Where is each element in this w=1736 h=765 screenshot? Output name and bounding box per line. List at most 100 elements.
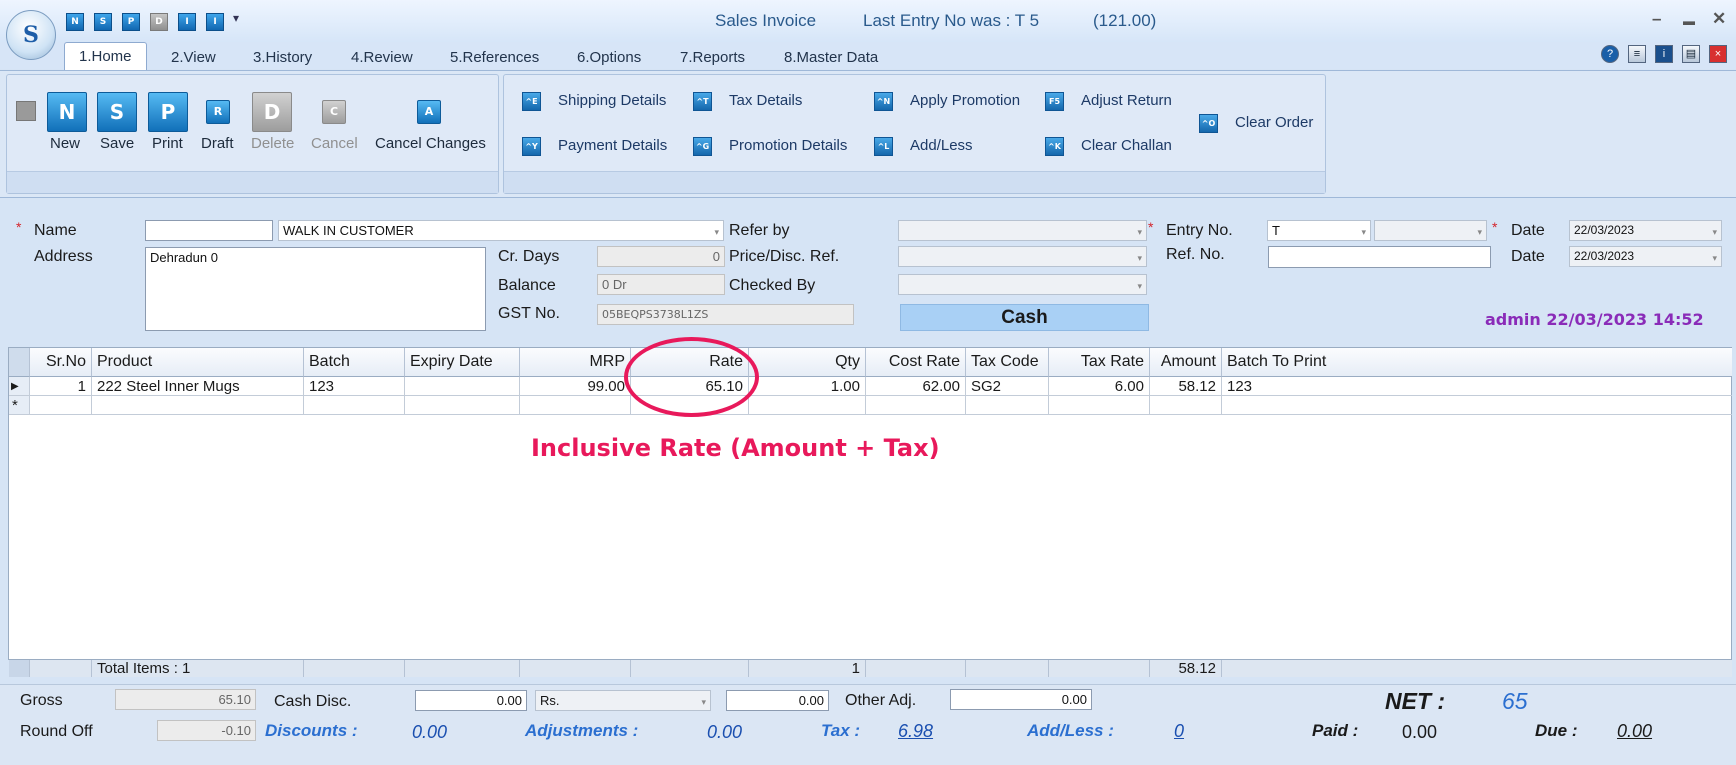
cell-sr-no[interactable]: 1 (30, 377, 92, 396)
cell-expiry[interactable] (405, 377, 520, 396)
restore-button[interactable]: ▬ (1683, 14, 1695, 28)
apply-promotion-button[interactable]: Apply Promotion (910, 92, 1020, 109)
shipping-details-button[interactable]: Shipping Details (558, 92, 666, 109)
price-disc-ref-select[interactable]: ▾ (898, 246, 1147, 267)
new-row-cell[interactable] (1222, 396, 1732, 415)
new-icon[interactable]: N (47, 92, 87, 132)
customize-quick-access-icon[interactable]: ▾ (233, 11, 239, 25)
new-row-cell[interactable] (405, 396, 520, 415)
col-mrp[interactable]: MRP (520, 348, 631, 377)
cash-disc-input[interactable]: 0.00 (415, 690, 527, 711)
cancel-button[interactable]: Cancel (311, 135, 358, 152)
cell-batch-to-print[interactable]: 123 (1222, 377, 1732, 396)
col-batch-to-print[interactable]: Batch To Print (1222, 348, 1732, 377)
customer-select[interactable]: WALK IN CUSTOMER ▾ (278, 220, 724, 241)
promotion-details-button[interactable]: Promotion Details (729, 137, 847, 154)
print-button[interactable]: Print (152, 135, 183, 152)
refer-by-select[interactable]: ▾ (898, 220, 1147, 241)
new-row-cell[interactable] (92, 396, 304, 415)
cash-disc-amount-input[interactable]: 0.00 (726, 690, 829, 711)
cell-mrp[interactable]: 99.00 (520, 377, 631, 396)
new-row-cell[interactable] (1049, 396, 1150, 415)
draft-icon[interactable]: R (206, 100, 230, 124)
clear-order-icon[interactable]: ^O (1199, 114, 1218, 133)
add-less-icon[interactable]: ^L (874, 137, 893, 156)
add-less-value-link[interactable]: 0 (1174, 721, 1184, 742)
shipping-details-icon[interactable]: ^E (522, 92, 541, 111)
quick-print-icon[interactable]: P (122, 13, 140, 31)
entry-series-select[interactable]: T ▾ (1267, 220, 1371, 241)
add-less-button[interactable]: Add/Less (910, 137, 973, 154)
tab-home[interactable]: 1.Home (64, 42, 147, 70)
invoice-items-grid[interactable]: Sr.No Product Batch Expiry Date MRP Rate… (8, 347, 1732, 677)
new-row-cell[interactable] (1150, 396, 1222, 415)
col-expiry-date[interactable]: Expiry Date (405, 348, 520, 377)
print-icon[interactable]: P (148, 92, 188, 132)
cell-tax-code[interactable]: SG2 (966, 377, 1049, 396)
cell-tax-rate[interactable]: 6.00 (1049, 377, 1150, 396)
date-picker[interactable]: 22/03/2023 ▾ (1569, 220, 1722, 241)
tab-review[interactable]: 4.Review (351, 46, 413, 69)
clear-challan-icon[interactable]: ^K (1045, 137, 1064, 156)
help-icon[interactable]: ? (1601, 45, 1619, 63)
new-row-cell[interactable] (520, 396, 631, 415)
tax-details-button[interactable]: Tax Details (729, 92, 802, 109)
col-tax-code[interactable]: Tax Code (966, 348, 1049, 377)
delete-button[interactable]: Delete (251, 135, 294, 152)
col-sr-no[interactable]: Sr.No (30, 348, 92, 377)
clear-challan-button[interactable]: Clear Challan (1081, 137, 1172, 154)
col-qty[interactable]: Qty (749, 348, 866, 377)
close-button[interactable]: ✕ (1712, 9, 1726, 29)
ref-no-input[interactable] (1268, 246, 1491, 268)
quick-info2-icon[interactable]: I (206, 13, 224, 31)
save-button[interactable]: Save (100, 135, 134, 152)
promotion-details-icon[interactable]: ^G (693, 137, 712, 156)
tax-details-icon[interactable]: ^T (693, 92, 712, 111)
col-amount[interactable]: Amount (1150, 348, 1222, 377)
delete-icon[interactable]: D (252, 92, 292, 132)
cell-cost-rate[interactable]: 62.00 (866, 377, 966, 396)
cell-batch[interactable]: 123 (304, 377, 405, 396)
quick-delete-icon[interactable]: D (150, 13, 168, 31)
cell-amount[interactable]: 58.12 (1150, 377, 1222, 396)
col-tax-rate[interactable]: Tax Rate (1049, 348, 1150, 377)
adjust-return-icon[interactable]: F5 (1045, 92, 1064, 111)
minimize-button[interactable]: – (1652, 9, 1661, 29)
payment-details-button[interactable]: Payment Details (558, 137, 667, 154)
name-code-input[interactable] (145, 220, 273, 241)
new-row-cell[interactable] (304, 396, 405, 415)
tab-references[interactable]: 5.References (450, 46, 539, 69)
address-field[interactable]: Dehradun 0 (145, 247, 486, 331)
apply-promotion-icon[interactable]: ^N (874, 92, 893, 111)
cell-product[interactable]: 222 Steel Inner Mugs (92, 377, 304, 396)
cash-mode-button[interactable]: Cash (900, 304, 1149, 331)
col-batch[interactable]: Batch (304, 348, 405, 377)
checked-by-select[interactable]: ▾ (898, 274, 1147, 295)
info-icon[interactable]: i (1655, 45, 1673, 63)
cell-qty[interactable]: 1.00 (749, 377, 866, 396)
exit-icon[interactable]: × (1709, 45, 1727, 63)
cr-days-field[interactable]: 0 (597, 246, 725, 267)
col-cost-rate[interactable]: Cost Rate (866, 348, 966, 377)
tax-value-link[interactable]: 6.98 (898, 721, 933, 742)
tab-reports[interactable]: 7.Reports (680, 46, 745, 69)
adjust-return-button[interactable]: Adjust Return (1081, 92, 1172, 109)
tab-view[interactable]: 2.View (171, 46, 216, 69)
quick-new-icon[interactable]: N (66, 13, 84, 31)
new-row-cell[interactable] (30, 396, 92, 415)
ref-date-picker[interactable]: 22/03/2023 ▾ (1569, 246, 1722, 267)
col-product[interactable]: Product (92, 348, 304, 377)
draft-button[interactable]: Draft (201, 135, 234, 152)
style-icon[interactable]: ≡ (1628, 45, 1646, 63)
tab-history[interactable]: 3.History (253, 46, 312, 69)
entry-number-select[interactable]: ▾ (1374, 220, 1487, 241)
new-button[interactable]: New (50, 135, 80, 152)
new-row-cell[interactable] (749, 396, 866, 415)
cash-disc-unit-select[interactable]: Rs. ▾ (535, 690, 711, 711)
other-adj-input[interactable]: 0.00 (950, 689, 1092, 710)
cancel-changes-icon[interactable]: A (417, 100, 441, 124)
tab-master-data[interactable]: 8.Master Data (784, 46, 878, 69)
new-row-cell[interactable] (866, 396, 966, 415)
new-row-cell[interactable] (966, 396, 1049, 415)
tab-options[interactable]: 6.Options (577, 46, 641, 69)
